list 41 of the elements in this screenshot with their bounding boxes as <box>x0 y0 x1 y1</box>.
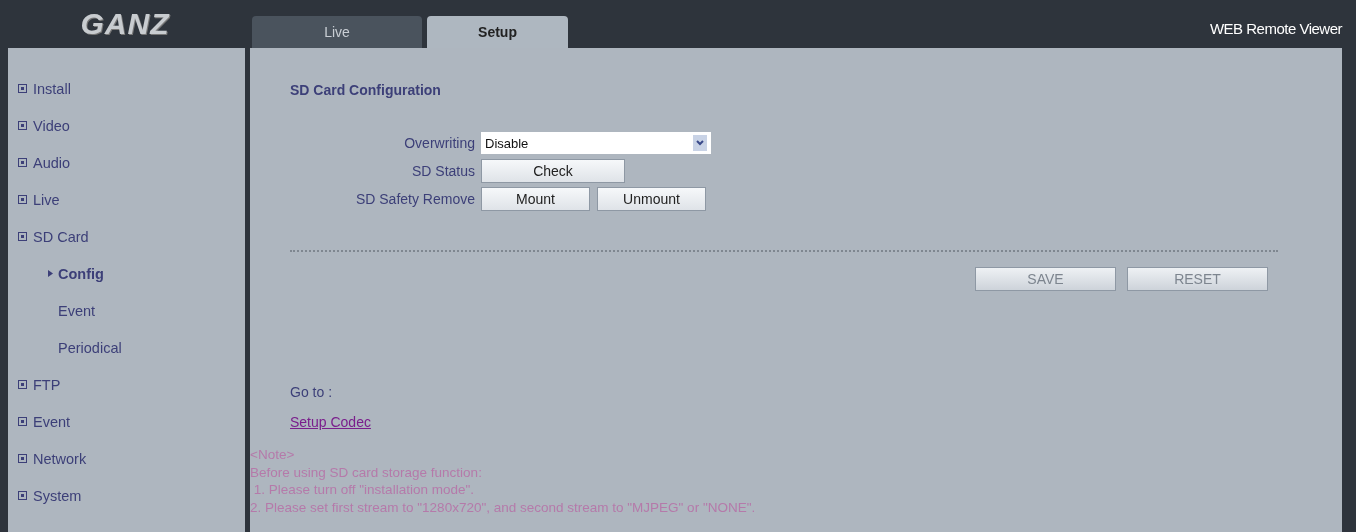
expand-icon <box>18 121 27 130</box>
app-title: WEB Remote Viewer <box>1209 19 1342 37</box>
logo: GANZ <box>80 7 170 41</box>
sidebar-item[interactable]: Network <box>8 440 87 477</box>
field-label: SD Safety Remove <box>354 191 475 207</box>
sidebar-subitem[interactable]: Periodical <box>8 329 122 366</box>
section-title: SD Card Configuration <box>290 82 442 98</box>
setup-codec-link[interactable]: Setup Codec <box>290 414 371 430</box>
overwriting-select[interactable]: Disable <box>481 132 711 154</box>
sidebar-item[interactable]: Event <box>8 403 71 440</box>
expand-icon <box>18 417 27 426</box>
note-text: 1. Please turn off "installation mode". <box>252 481 475 499</box>
field-label: Overwriting <box>403 135 475 151</box>
sidebar-item[interactable]: FTP <box>8 366 61 403</box>
sidebar-subitem[interactable]: Event <box>8 292 96 329</box>
form-button[interactable]: Check <box>481 159 625 183</box>
tab[interactable]: Setup <box>427 16 568 48</box>
dropdown-icon <box>693 135 707 151</box>
sidebar-item[interactable]: Audio <box>8 144 71 181</box>
note-text: Before using SD card storage function: <box>250 463 483 481</box>
sidebar-item[interactable]: Live <box>8 181 60 218</box>
expand-icon <box>18 84 27 93</box>
goto-label: Go to : <box>290 384 334 400</box>
form-button[interactable]: Unmount <box>597 187 706 211</box>
expand-icon <box>18 195 27 204</box>
form-button[interactable]: Mount <box>481 187 590 211</box>
expand-icon <box>18 232 27 241</box>
sidebar-subitem[interactable]: Config <box>8 255 104 292</box>
sidebar-item[interactable]: SD Card <box>8 218 89 255</box>
sidebar-item[interactable]: Video <box>8 107 70 144</box>
tab[interactable]: Live <box>252 16 422 48</box>
expand-icon <box>18 158 27 167</box>
expand-icon <box>18 380 27 389</box>
field-label: SD Status <box>410 163 475 179</box>
note-text: 2. Please set first stream to "1280x720", and second stream to "MJPEG" or "NONE". <box>250 498 757 516</box>
sidebar-item[interactable]: System <box>8 477 82 514</box>
note-text: <Note> <box>250 446 296 464</box>
triangle-icon <box>48 270 53 277</box>
expand-icon <box>18 491 27 500</box>
expand-icon <box>18 454 27 463</box>
sidebar-item[interactable]: Install <box>8 70 71 107</box>
